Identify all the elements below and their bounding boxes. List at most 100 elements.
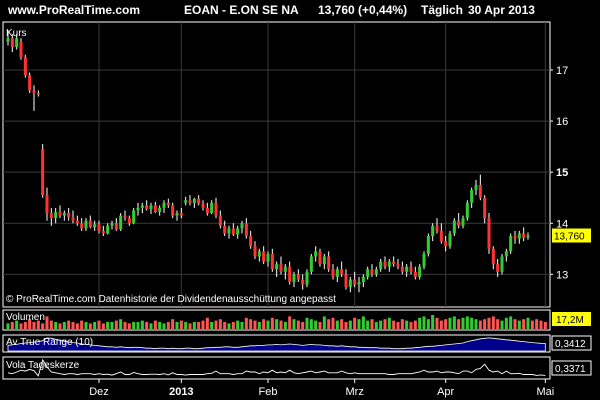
- candle-body: [270, 253, 274, 270]
- candle-body: [379, 261, 383, 270]
- volume-bar: [179, 320, 183, 329]
- time-tick-label: Mai: [536, 386, 554, 398]
- candle-body: [244, 223, 248, 237]
- volume-panel: Volumen 17,2M: [2, 309, 591, 331]
- volume-bar: [149, 323, 153, 329]
- candle-body: [149, 205, 153, 209]
- candle-body: [439, 230, 443, 242]
- volume-bar: [188, 323, 192, 329]
- volume-value: 17,2M: [556, 315, 584, 326]
- volume-bar: [452, 316, 456, 329]
- time-tick-label: Feb: [259, 386, 278, 398]
- volume-bar: [236, 320, 240, 329]
- candle-body: [197, 198, 201, 204]
- price-axis: 13 14 15 16 17: [550, 65, 568, 281]
- candle-body: [171, 205, 175, 216]
- volume-bar: [405, 320, 409, 329]
- volume-bar: [396, 322, 400, 329]
- volume-bar: [223, 322, 227, 329]
- candle-body: [444, 241, 448, 247]
- volume-bar: [214, 320, 218, 329]
- candle-body: [361, 276, 365, 283]
- candle-body: [344, 274, 348, 288]
- candle-body: [340, 269, 344, 275]
- candle-body: [166, 202, 170, 206]
- volume-bar: [80, 320, 84, 329]
- volume-bar: [231, 322, 235, 329]
- volume-bar: [474, 319, 478, 329]
- candle-body: [227, 228, 231, 234]
- candle-body: [158, 207, 162, 213]
- candle-body: [301, 279, 305, 285]
- volume-bar: [422, 316, 426, 329]
- candle-body: [249, 236, 253, 247]
- candle-body: [448, 233, 452, 247]
- price-tick-label: 15: [556, 167, 568, 179]
- last-price-tag-value: 13,760: [554, 232, 585, 243]
- volume-bar: [483, 319, 487, 329]
- volume-bar: [543, 322, 547, 329]
- candle-body: [500, 256, 504, 272]
- volume-bar: [366, 320, 370, 329]
- volume-bar: [400, 319, 404, 329]
- candle-body: [292, 274, 296, 283]
- candle-body: [288, 266, 292, 283]
- price-tick-label: 14: [556, 218, 568, 230]
- candle-body: [132, 210, 136, 224]
- candle-body: [335, 269, 339, 277]
- vola-value: 0,3371: [555, 364, 586, 375]
- candle-body: [67, 213, 71, 218]
- candle-body: [45, 195, 49, 214]
- candle-body: [509, 236, 513, 252]
- volume-bar: [45, 316, 49, 329]
- candle-body: [457, 220, 461, 226]
- volume-bar: [314, 320, 318, 329]
- volume-bar: [270, 317, 274, 329]
- volume-bar: [426, 319, 430, 329]
- candle-body: [140, 205, 144, 208]
- candle-body: [452, 220, 456, 234]
- volume-bar: [526, 317, 530, 329]
- volume-bar: [171, 319, 175, 329]
- candle-body: [370, 269, 374, 275]
- candle-body: [236, 228, 240, 235]
- volume-bar: [123, 322, 127, 329]
- candle-body: [418, 266, 422, 277]
- candle-body: [223, 225, 227, 234]
- volume-bar: [23, 322, 27, 329]
- price-panel-label: Kurs: [6, 28, 27, 39]
- candle-body: [487, 218, 491, 249]
- volume-bar: [244, 317, 248, 329]
- candle-body: [101, 230, 105, 234]
- volume-bar: [392, 320, 396, 329]
- volume-bar: [218, 319, 222, 329]
- candle-body: [84, 220, 88, 229]
- volume-bar: [309, 319, 313, 329]
- candle-body: [374, 269, 378, 275]
- volume-bar: [500, 320, 504, 329]
- candle-body: [426, 236, 430, 254]
- candle-body: [266, 253, 270, 262]
- volume-bar: [491, 316, 495, 329]
- candle-body: [49, 213, 53, 219]
- volume-bar: [478, 320, 482, 329]
- volume-bar: [322, 316, 326, 329]
- volume-bar: [296, 320, 300, 329]
- candle-body: [54, 212, 58, 219]
- atr-panel-label: Av True Range (10): [6, 337, 93, 348]
- candle-body: [231, 228, 235, 235]
- volume-bar: [240, 322, 244, 329]
- volume-bar: [361, 316, 365, 329]
- candle-body: [218, 215, 222, 226]
- candle-body: [75, 220, 79, 224]
- volume-bar: [205, 317, 209, 329]
- candle-body: [32, 90, 36, 93]
- candle-body: [110, 223, 114, 226]
- volume-bar: [106, 322, 110, 329]
- period-label: Täglich: [421, 3, 463, 17]
- volume-bar: [305, 317, 309, 329]
- last-quote: 13,760 (+0,44%): [318, 3, 407, 17]
- candle-body: [478, 184, 482, 198]
- volume-bar: [283, 322, 287, 329]
- candle-body: [413, 271, 417, 277]
